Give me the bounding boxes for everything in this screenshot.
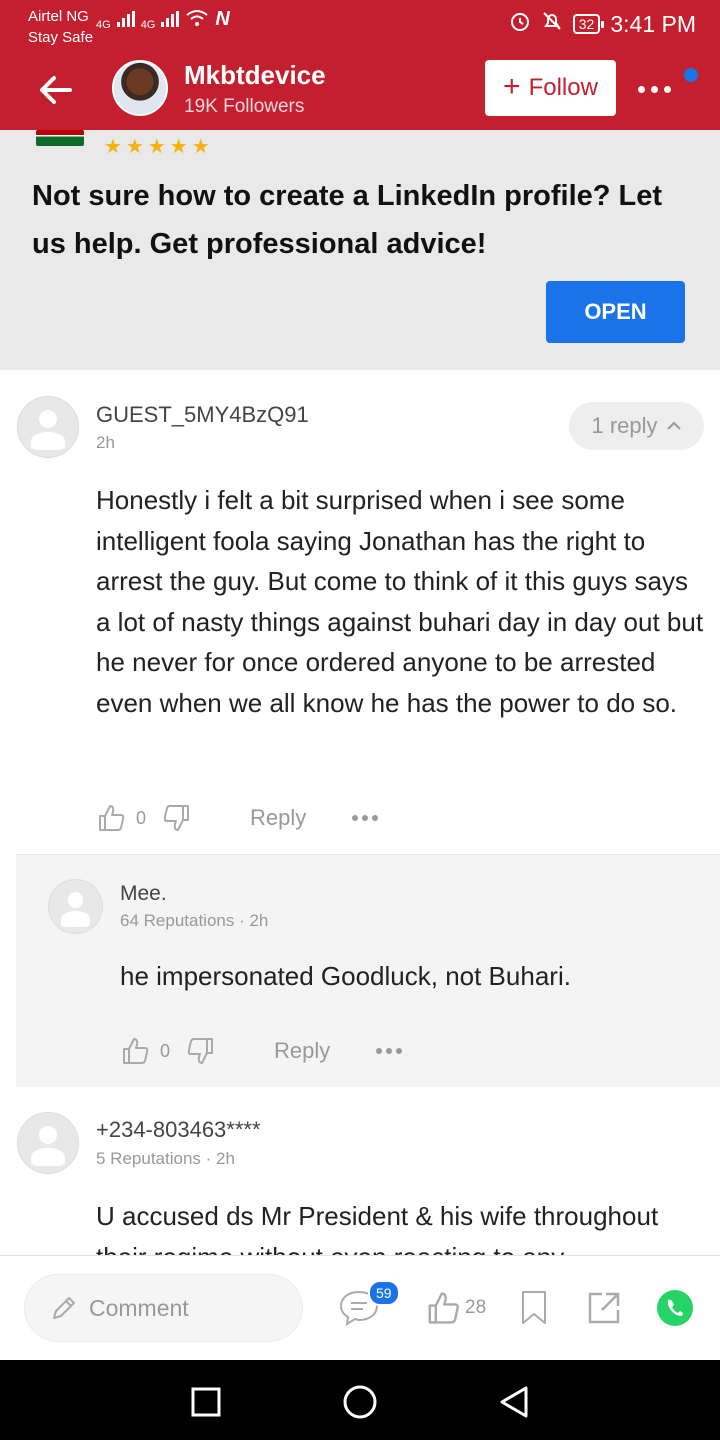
carrier-sub: Stay Safe [28,29,94,46]
channel-name[interactable]: Mkbtdevice [184,60,326,91]
more-options-button[interactable] [632,74,676,104]
square-icon [191,1387,221,1417]
more-dot-icon [637,85,645,93]
thumbs-down-icon[interactable] [186,1036,216,1066]
thumbs-up-icon [428,1292,459,1324]
system-navigation-bar [0,1360,720,1440]
ad-text: Not sure how to create a LinkedIn profil… [32,180,663,260]
channel-avatar[interactable] [112,60,168,116]
network-type-2: 4G [140,19,156,31]
carrier-name: Airtel NG [28,8,89,25]
alarm-icon [509,10,531,38]
pencil-icon [53,1297,75,1319]
replies-label: 1 reply [591,413,658,438]
signal-icon-2 [161,11,180,31]
ad-open-button[interactable]: OPEN [546,281,685,343]
follow-button[interactable]: + Follow [485,60,616,116]
wifi-icon [185,9,209,31]
kenya-flag-icon [36,130,84,146]
arrow-left-icon [40,76,72,104]
comment-author[interactable]: GUEST_5MY4BzQ91 [96,402,309,428]
article-like-count: 28 [465,1297,487,1318]
signal-indicators: 4G 4G N [96,8,230,31]
reply-button[interactable]: Reply [274,1038,330,1064]
comment-count-badge: 59 [368,1280,400,1306]
comment-author[interactable]: +234-803463**** [96,1117,261,1143]
like-count: 0 [160,1040,171,1061]
nfc-icon: N [215,8,230,30]
comment-more-icon[interactable] [352,815,379,821]
app-header: Airtel NG Stay Safe 4G 4G N 32 3:41 PM M… [0,0,720,130]
comment-text: Honestly i felt a bit surprised when i s… [96,485,704,718]
reply-meta: 64 Reputations · 2h [120,911,269,930]
share-button[interactable] [586,1286,622,1330]
sponsored-ad[interactable]: ★★★★★ Not sure how to create a LinkedIn … [0,130,720,370]
back-button[interactable] [32,66,80,114]
reply-actions: 0 Reply [120,1036,403,1066]
comment-input[interactable]: Comment [24,1274,303,1342]
comment-avatar[interactable] [17,1112,79,1174]
whatsapp-share-button[interactable] [655,1286,695,1330]
share-icon [588,1292,620,1324]
thumbs-up-icon[interactable] [120,1036,150,1066]
triangle-back-icon [500,1386,528,1418]
reply-text: he impersonated Goodluck, not Buhari. [120,961,571,991]
follow-label: Follow [528,74,598,101]
reply-author[interactable]: Mee. [120,882,167,906]
like-count: 0 [136,807,147,828]
comment-meta: 5 Reputations · 2h [96,1149,235,1168]
reply-button[interactable]: Reply [250,805,306,831]
notification-dot [684,68,698,82]
thumbs-up-icon[interactable] [96,803,126,833]
bottom-action-bar: Comment 59 28 [0,1255,720,1360]
status-carrier: Airtel NG Stay Safe [28,6,93,48]
reply-more-icon[interactable] [376,1048,403,1054]
chevron-up-icon [666,421,681,430]
comment-text: U accused ds Mr President & his wife thr… [96,1201,659,1255]
system-back-button[interactable] [494,1382,534,1422]
rating-stars: ★★★★★ [104,136,214,158]
home-button[interactable] [340,1382,380,1422]
mute-icon [541,10,563,38]
channel-followers: 19K Followers [184,96,305,117]
comment-time: 2h [96,433,115,452]
bookmark-icon [522,1291,546,1324]
comment-avatar[interactable] [17,396,79,458]
circle-icon [343,1385,377,1419]
status-right: 32 3:41 PM [509,10,696,38]
network-type-1: 4G [96,19,111,31]
clock: 3:41 PM [610,10,696,37]
thumbs-down-icon[interactable] [162,803,192,833]
reply-avatar[interactable] [48,879,103,934]
comment-placeholder: Comment [89,1294,189,1321]
recents-button[interactable] [186,1382,226,1422]
replies-toggle[interactable]: 1 reply [569,402,704,450]
signal-icon [116,11,135,31]
whatsapp-icon [657,1290,693,1326]
like-button[interactable] [425,1286,461,1330]
comment-actions: 0 Reply [96,803,379,833]
plus-icon: + [503,70,521,103]
battery-indicator: 32 [572,14,604,34]
bookmark-button[interactable] [520,1286,548,1330]
